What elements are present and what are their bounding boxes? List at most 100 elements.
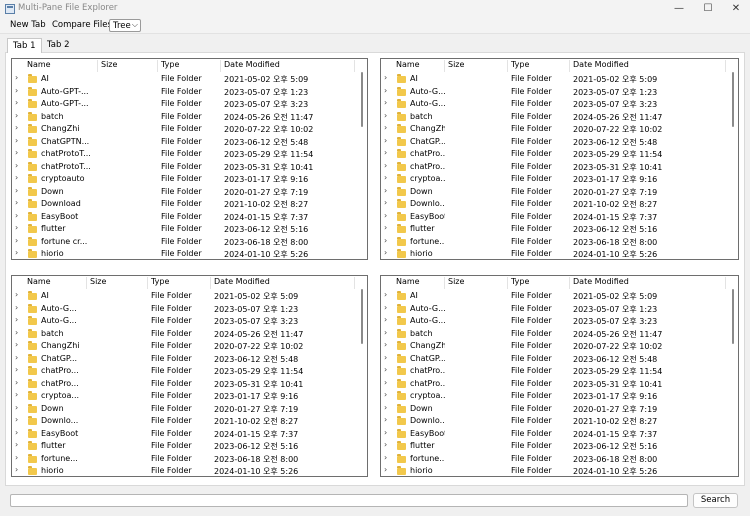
file-row[interactable]: › Auto-G... File Folder 2023-05-07 오후 3:23 (381, 315, 728, 328)
column-header-date-modified[interactable]: Date Modified (570, 60, 726, 72)
file-row[interactable]: › AI File Folder 2021-05-02 오후 5:09 (381, 290, 728, 303)
column-header-size[interactable]: Size (98, 60, 158, 72)
chevron-right-icon[interactable]: › (384, 440, 387, 449)
vertical-scrollbar[interactable] (358, 72, 366, 259)
chevron-right-icon[interactable]: › (384, 353, 387, 362)
file-row[interactable]: › EasyBoot File Folder 2024-01-15 오후 7:37 (381, 428, 728, 441)
chevron-right-icon[interactable]: › (15, 428, 18, 437)
file-row[interactable]: › ChatGP... File Folder 2023-06-12 오전 5:48 (12, 353, 357, 366)
file-row[interactable]: › Down File Folder 2020-01-27 오후 7:19 (381, 403, 728, 416)
chevron-right-icon[interactable]: › (15, 98, 18, 107)
chevron-right-icon[interactable]: › (384, 415, 387, 424)
file-row[interactable]: › chatPro... File Folder 2023-05-31 오후 10:4… (12, 378, 357, 391)
file-row[interactable]: › hiorio File Folder 2024-01-10 오후 5:26 (381, 465, 728, 476)
chevron-right-icon[interactable]: › (384, 98, 387, 107)
chevron-right-icon[interactable]: › (15, 86, 18, 95)
chevron-right-icon[interactable]: › (384, 186, 387, 195)
chevron-right-icon[interactable]: › (15, 415, 18, 424)
file-row[interactable]: › EasyBoot File Folder 2024-01-15 오후 7:37 (381, 211, 728, 224)
chevron-right-icon[interactable]: › (384, 111, 387, 120)
file-row[interactable]: › Down File Folder 2020-01-27 오후 7:19 (12, 403, 357, 416)
chevron-right-icon[interactable]: › (15, 340, 18, 349)
file-row[interactable]: › cryptoa... File Folder 2023-01-17 오후 9:16 (12, 390, 357, 403)
chevron-right-icon[interactable]: › (15, 148, 18, 157)
column-header-date-modified[interactable]: Date Modified (570, 277, 726, 289)
column-header-date-modified[interactable]: Date Modified (221, 60, 355, 72)
chevron-right-icon[interactable]: › (384, 403, 387, 412)
chevron-right-icon[interactable]: › (15, 365, 18, 374)
file-row[interactable]: › chatPro... File Folder 2023-05-29 오후 11:5… (381, 365, 728, 378)
file-row[interactable]: › cryptoa... File Folder 2023-01-17 오후 9:16 (381, 173, 728, 186)
chevron-right-icon[interactable]: › (15, 440, 18, 449)
chevron-right-icon[interactable]: › (15, 73, 18, 82)
scrollbar-thumb[interactable] (732, 72, 734, 127)
chevron-right-icon[interactable]: › (384, 211, 387, 220)
chevron-right-icon[interactable]: › (384, 365, 387, 374)
window-maximize-button[interactable]: ☐ (694, 0, 722, 18)
file-row[interactable]: › hiorio File Folder 2024-01-10 오후 5:26 (381, 248, 728, 259)
file-row[interactable]: › Auto-G... File Folder 2023-05-07 오후 1:23 (381, 303, 728, 316)
file-row[interactable]: › Auto-GPT-... File Folder 2023-05-07 오후 3:… (12, 98, 357, 111)
scrollbar-thumb[interactable] (361, 72, 363, 127)
column-header-name[interactable]: Name (393, 60, 445, 72)
chevron-right-icon[interactable]: › (15, 236, 18, 245)
file-pane-4[interactable]: Name Size Type Date Modified › AI File Folder 2… (380, 275, 739, 477)
file-row[interactable]: › Auto-G... File Folder 2023-05-07 오후 1:23 (381, 86, 728, 99)
tab-2[interactable]: Tab 2 (42, 38, 75, 53)
window-minimize-button[interactable]: — (665, 0, 693, 18)
file-row[interactable]: › hiorio File Folder 2024-01-10 오후 5:26 (12, 248, 357, 259)
column-header-size[interactable]: Size (445, 277, 508, 289)
file-row[interactable]: › chatPro... File Folder 2023-05-31 오후 10:4… (381, 378, 728, 391)
column-header-name[interactable]: Name (24, 277, 87, 289)
file-row[interactable]: › Downlo... File Folder 2021-10-02 오전 8:27 (12, 415, 357, 428)
chevron-right-icon[interactable]: › (384, 136, 387, 145)
chevron-right-icon[interactable]: › (384, 315, 387, 324)
chevron-right-icon[interactable]: › (15, 198, 18, 207)
new-tab-menu-item[interactable]: New Tab (10, 20, 46, 30)
view-mode-dropdown[interactable]: Tree ⌵ (109, 19, 141, 32)
file-row[interactable]: › Downlo... File Folder 2021-10-02 오전 8:27 (381, 198, 728, 211)
search-button[interactable]: Search (693, 493, 738, 508)
chevron-right-icon[interactable]: › (15, 453, 18, 462)
chevron-right-icon[interactable]: › (15, 353, 18, 362)
file-row[interactable]: › Down File Folder 2020-01-27 오후 7:19 (381, 186, 728, 199)
column-header-type[interactable]: Type (148, 277, 211, 289)
file-row[interactable]: › cryptoa... File Folder 2023-01-17 오후 9:16 (381, 390, 728, 403)
file-row[interactable]: › Auto-GPT-... File Folder 2023-05-07 오후 1:… (12, 86, 357, 99)
chevron-right-icon[interactable]: › (384, 378, 387, 387)
chevron-right-icon[interactable]: › (15, 173, 18, 182)
tab-1[interactable]: Tab 1 (7, 38, 42, 53)
chevron-right-icon[interactable]: › (15, 403, 18, 412)
file-row[interactable]: › ChangZhi File Folder 2020-07-22 오후 10:02 (12, 340, 357, 353)
file-row[interactable]: › AI File Folder 2021-05-02 오후 5:09 (12, 290, 357, 303)
chevron-right-icon[interactable]: › (384, 340, 387, 349)
chevron-right-icon[interactable]: › (384, 148, 387, 157)
compare-files-menu-item[interactable]: Compare Files (52, 20, 112, 30)
chevron-right-icon[interactable]: › (384, 198, 387, 207)
file-row[interactable]: › chatPro... File Folder 2023-05-29 오후 11:5… (381, 148, 728, 161)
file-row[interactable]: › chatProtoT... File Folder 2023-05-31 오후 1… (12, 161, 357, 174)
file-row[interactable]: › fortune... File Folder 2023-06-18 오전 8:00 (381, 236, 728, 249)
chevron-right-icon[interactable]: › (384, 390, 387, 399)
column-header-size[interactable]: Size (87, 277, 148, 289)
chevron-right-icon[interactable]: › (15, 111, 18, 120)
file-row[interactable]: › fortune... File Folder 2023-06-18 오전 8:00 (12, 453, 357, 466)
chevron-right-icon[interactable]: › (384, 161, 387, 170)
chevron-right-icon[interactable]: › (15, 303, 18, 312)
vertical-scrollbar[interactable] (729, 72, 737, 259)
file-row[interactable]: › ChatGPTN... File Folder 2023-06-12 오전 5:4… (12, 136, 357, 149)
chevron-right-icon[interactable]: › (15, 123, 18, 132)
chevron-right-icon[interactable]: › (384, 236, 387, 245)
vertical-scrollbar[interactable] (358, 289, 366, 476)
chevron-right-icon[interactable]: › (384, 73, 387, 82)
file-row[interactable]: › Auto-G... File Folder 2023-05-07 오후 1:23 (12, 303, 357, 316)
chevron-right-icon[interactable]: › (15, 223, 18, 232)
file-row[interactable]: › EasyBoot File Folder 2024-01-15 오후 7:37 (12, 211, 357, 224)
file-pane-3[interactable]: Name Size Type Date Modified › AI File Folder 2… (11, 275, 368, 477)
column-header-type[interactable]: Type (508, 60, 570, 72)
chevron-right-icon[interactable]: › (15, 390, 18, 399)
scrollbar-thumb[interactable] (732, 289, 734, 344)
column-header-name[interactable]: Name (393, 277, 445, 289)
file-row[interactable]: › batch File Folder 2024-05-26 오전 11:47 (381, 328, 728, 341)
chevron-right-icon[interactable]: › (384, 248, 387, 257)
